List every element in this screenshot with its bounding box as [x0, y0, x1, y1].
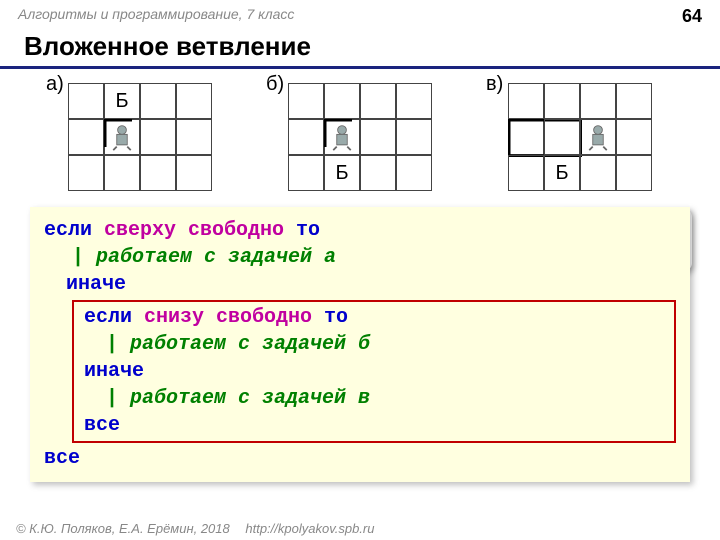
cond-bottom-free: снизу свободно: [144, 306, 324, 329]
kw-else: иначе: [44, 271, 126, 298]
grid-c-cells: Б: [508, 83, 652, 191]
comment-task-c: | работаем с задачей в: [84, 385, 370, 412]
grid-a: а) Б: [68, 77, 212, 191]
kw-end-inner: все: [84, 414, 120, 437]
grids-row: а) Б б) Б в): [0, 77, 720, 191]
grid-b-b-cell: Б: [324, 155, 360, 191]
grid-a-label: а): [46, 73, 64, 96]
comment-task-a: | работаем с задачей а: [44, 244, 336, 271]
comment-task-b: | работаем с задачей б: [84, 331, 370, 358]
robot-icon: [104, 119, 140, 155]
code-block: если сверху свободно то | работаем с зад…: [30, 207, 690, 482]
slide-footer: © К.Ю. Поляков, Е.А. Ерёмин, 2018 http:/…: [16, 521, 374, 536]
nested-code-block: если снизу свободно то | работаем с зада…: [72, 300, 676, 443]
slide-header: Алгоритмы и программирование, 7 класс 64: [0, 0, 720, 29]
kw-end: все: [44, 447, 80, 470]
kw-if-inner: если: [84, 306, 144, 329]
grid-b-cells: Б: [288, 83, 432, 191]
kw-else-inner: иначе: [84, 360, 144, 383]
grid-a-cells: Б: [68, 83, 212, 191]
grid-a-b-cell: Б: [104, 83, 140, 119]
copyright: © К.Ю. Поляков, Е.А. Ерёмин, 2018: [16, 521, 230, 536]
kw-if: если: [44, 219, 104, 242]
footer-url: http://kpolyakov.spb.ru: [245, 521, 374, 536]
grid-b-label: б): [266, 73, 284, 96]
slide-title: Вложенное ветвление: [0, 29, 720, 69]
code-area: вложенное ветвление! если сверху свободн…: [30, 207, 690, 482]
course-name: Алгоритмы и программирование, 7 класс: [18, 6, 294, 27]
grid-c-label: в): [486, 73, 503, 96]
grid-b: б) Б: [288, 77, 432, 191]
kw-then: то: [296, 219, 320, 242]
grid-c: в) Б: [508, 77, 652, 191]
kw-then-inner: то: [324, 306, 348, 329]
page-number: 64: [682, 6, 702, 27]
cond-top-free: сверху свободно: [104, 219, 296, 242]
robot-icon: [324, 119, 360, 155]
robot-icon: [580, 119, 616, 155]
grid-c-b-cell: Б: [544, 155, 580, 191]
